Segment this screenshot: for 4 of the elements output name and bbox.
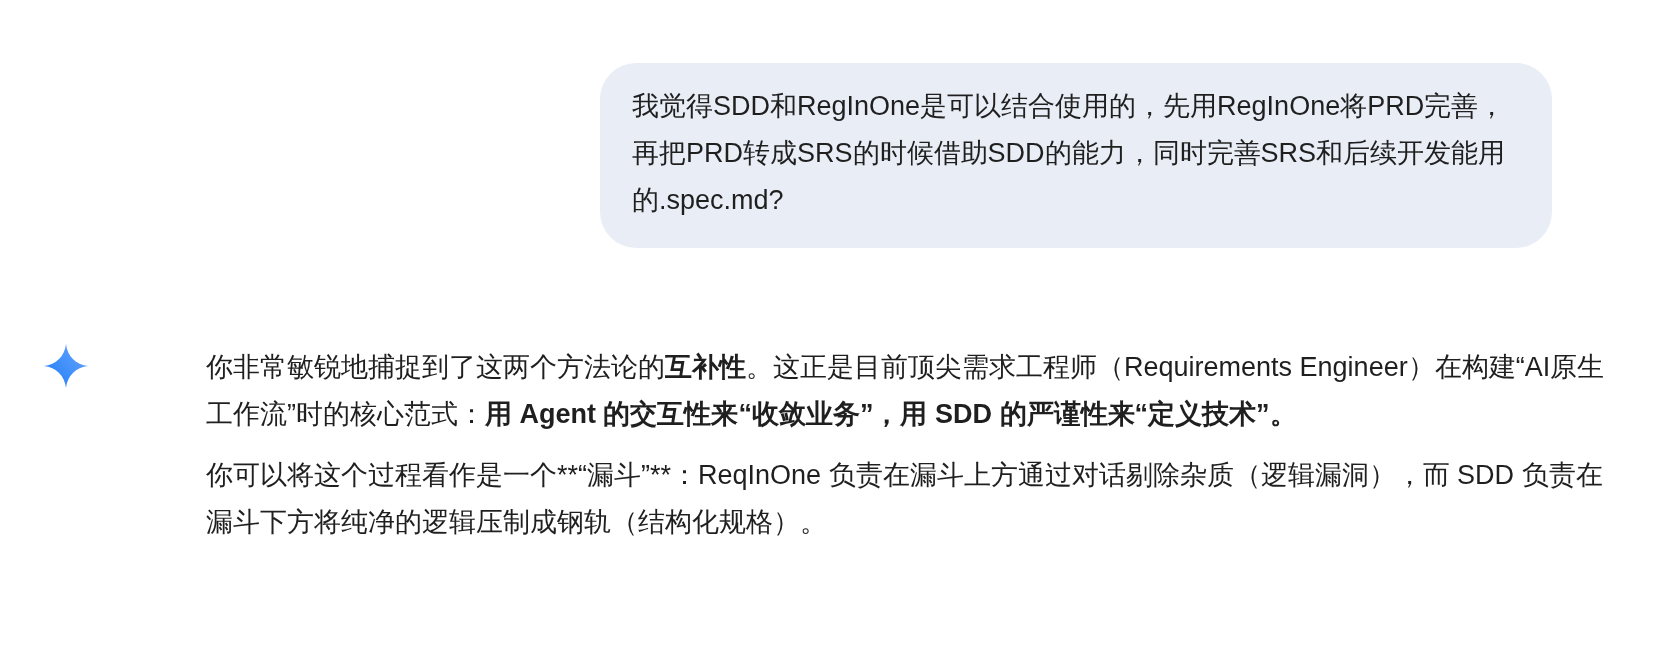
user-message-bubble: 我觉得SDD和RegInOne是可以结合使用的，先用RegInOne将PRD完善，再把PRD转成SRS的时候借助SDD的能力，同时完善SRS和后续开发能用的.spec.md? [600, 63, 1552, 248]
sparkle-icon [44, 344, 88, 388]
reply-paragraph: 你非常敏锐地捕捉到了这两个方法论的互补性。这正是目前顶尖需求工程师（Requirements Engineer）在构建“AI原生工作流”时的核心范式：用 Agent 的交互性来“收敛业务”，用 SDD 的严谨性来“定义技术”。 [206, 351, 1606, 431]
reply-paragraph: 你可以将这个过程看作是一个**“漏斗”**：ReqInOne 负责在漏斗上方通过对话剔除杂质（逻辑漏洞），而 SDD 负责在漏斗下方将纯净的逻辑压制成钢轨（结构化规格）。 [206, 459, 1604, 539]
